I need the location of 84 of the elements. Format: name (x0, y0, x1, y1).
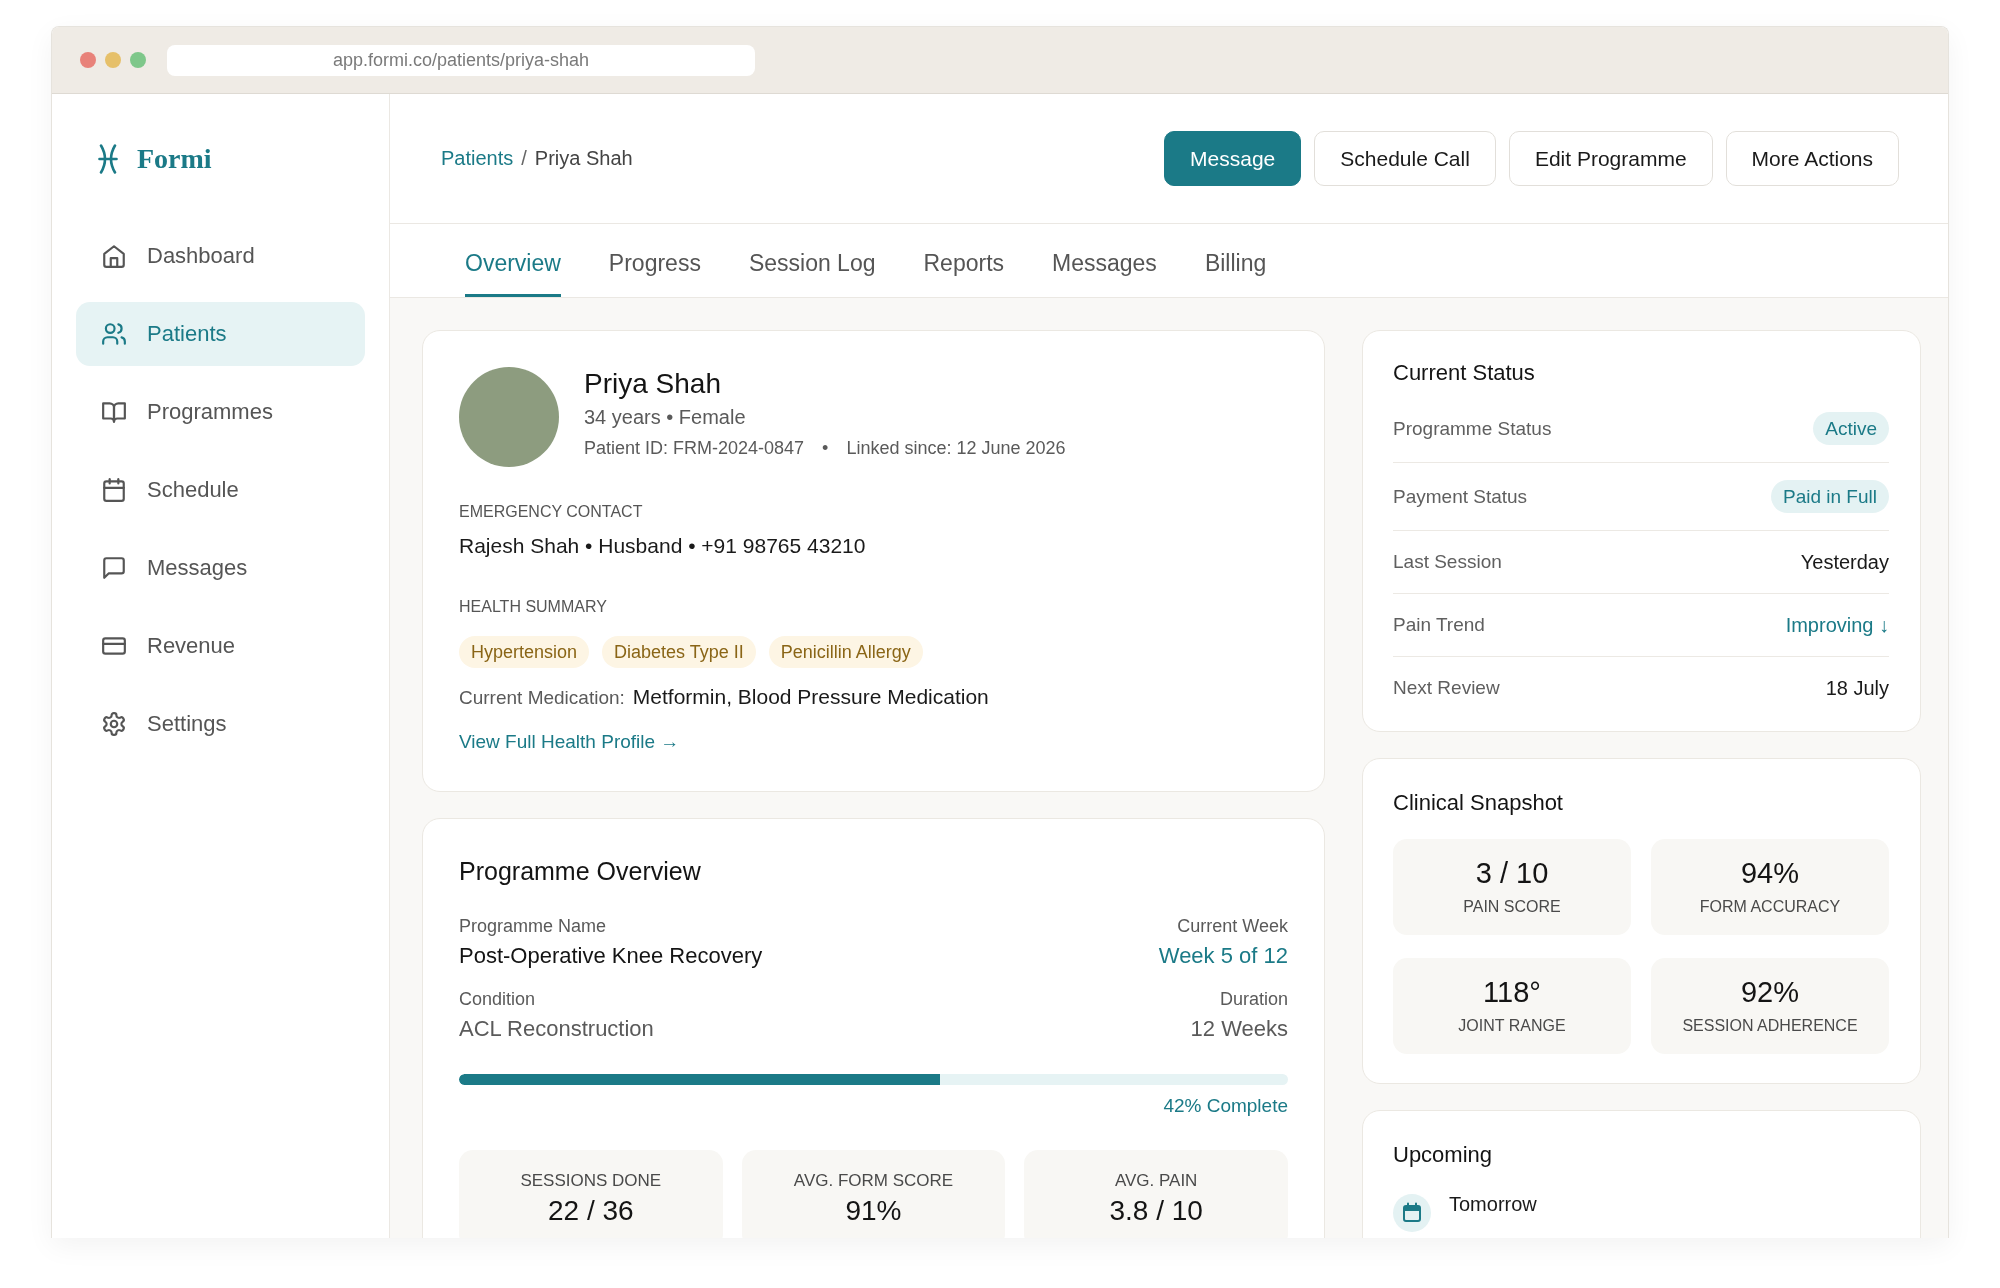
condition-tag: Diabetes Type II (602, 636, 756, 668)
sidebar-item[interactable]: Programmes (76, 380, 365, 444)
status-value: 18 July (1825, 676, 1889, 701)
tab[interactable]: Progress (608, 224, 701, 297)
users-icon (101, 321, 127, 347)
meta-separator: • (822, 437, 829, 460)
stat-label: SESSIONS DONE (519, 1170, 663, 1192)
stat-value: 91% (844, 1194, 903, 1228)
address-bar[interactable]: app.formi.co/patients/priya-shah (167, 44, 755, 76)
patient-name: Priya Shah (584, 367, 722, 401)
metric-value: 94% (1740, 856, 1799, 890)
status-label: Last Session (1393, 550, 1502, 574)
schedule-call-button[interactable]: Schedule Call (1314, 131, 1496, 186)
medication-label: Current Medication: (459, 686, 625, 710)
upcoming-date: Tomorrow (1449, 1192, 1537, 1217)
home-icon (101, 243, 127, 269)
edit-programme-button[interactable]: Edit Programme (1508, 131, 1713, 186)
calendar-icon (101, 477, 127, 503)
sidebar-item[interactable]: Schedule (76, 458, 365, 522)
field-label: Condition (459, 988, 537, 1011)
status-label: Programme Status (1393, 416, 1552, 441)
stat-value: 22 / 36 (547, 1194, 635, 1228)
card-title: Clinical Snapshot (1393, 789, 1564, 817)
breadcrumb-separator: / (521, 147, 527, 170)
patient-details: 34 years • Female (584, 405, 747, 430)
card-title: Upcoming (1393, 1141, 1494, 1169)
field-value: ACL Reconstruction (459, 1015, 654, 1043)
patient-meta: Patient ID: FRM-2024-0847 (584, 437, 805, 460)
sidebar-item[interactable]: Patients (76, 302, 365, 366)
calendar-icon (1393, 1194, 1431, 1232)
card-title: Programme Overview (459, 856, 702, 887)
status-label: Pain Trend (1393, 613, 1485, 637)
metric-label: SESSION ADHERENCE (1682, 1016, 1858, 1036)
tab[interactable]: Billing (1204, 224, 1267, 297)
logo-icon (98, 144, 118, 174)
stat-value: 3.8 / 10 (1108, 1194, 1204, 1228)
metric-label: FORM ACCURACY (1699, 897, 1841, 917)
settings-icon (101, 711, 127, 737)
patient-meta: Linked since: 12 June 2026 (846, 437, 1066, 460)
more-actions-button[interactable]: More Actions (1725, 131, 1899, 186)
sidebar-item[interactable]: Settings (76, 692, 365, 756)
metric-label: JOINT RANGE (1458, 1016, 1566, 1036)
status-label: Payment Status (1393, 484, 1528, 509)
field-label: Programme Name (459, 915, 608, 938)
minimize-icon[interactable] (105, 52, 121, 68)
field-value: 12 Weeks (1190, 1015, 1288, 1043)
stat-label: AVG. FORM SCORE (792, 1170, 955, 1192)
contact-info: Rajesh Shah • Husband • +91 98765 43210 (459, 533, 867, 559)
message-icon (101, 555, 127, 581)
close-icon[interactable] (80, 52, 96, 68)
metric-value: 3 / 10 (1475, 856, 1549, 890)
book-icon (101, 399, 127, 425)
sidebar-item[interactable]: Dashboard (76, 224, 365, 288)
sidebar-item[interactable]: Messages (76, 536, 365, 600)
stat-label: AVG. PAIN (1113, 1170, 1199, 1192)
maximize-icon[interactable] (130, 52, 146, 68)
medication-value: Metformin, Blood Pressure Medication (632, 684, 989, 710)
status-label: Next Review (1393, 676, 1500, 700)
section-heading: HEALTH SUMMARY (459, 597, 608, 617)
field-label: Duration (1218, 988, 1288, 1011)
field-label: Current Week (1176, 915, 1288, 938)
metric-value: 118° (1483, 975, 1541, 1009)
card-title: Current Status (1393, 359, 1536, 387)
breadcrumb-current: Priya Shah (534, 147, 633, 170)
breadcrumb-link[interactable]: Patients (441, 147, 514, 170)
tab[interactable]: Messages (1052, 224, 1157, 297)
tab[interactable]: Session Log (748, 224, 876, 297)
trend-value: Improving ↓ (1785, 613, 1889, 638)
tab[interactable]: Reports (923, 224, 1005, 297)
progress-label: 42% Complete (1163, 1094, 1288, 1118)
status-badge: Active (1813, 412, 1889, 445)
logo-text: Formi (137, 143, 212, 175)
metric-label: PAIN SCORE (1463, 897, 1561, 917)
sidebar-item[interactable]: Revenue (76, 614, 365, 678)
condition-tag: Hypertension (459, 636, 590, 668)
field-value: Week 5 of 12 (1158, 942, 1288, 970)
status-badge: Paid in Full (1771, 480, 1889, 513)
condition-tag: Penicillin Allergy (768, 636, 923, 668)
metric-value: 92% (1740, 975, 1799, 1009)
status-value: Yesterday (1800, 550, 1889, 575)
health-profile-link[interactable]: View Full Health Profile → (459, 729, 680, 755)
field-value: Post-Operative Knee Recovery (459, 942, 763, 970)
section-heading: EMERGENCY CONTACT (459, 502, 644, 522)
message-button[interactable]: Message (1164, 131, 1302, 186)
